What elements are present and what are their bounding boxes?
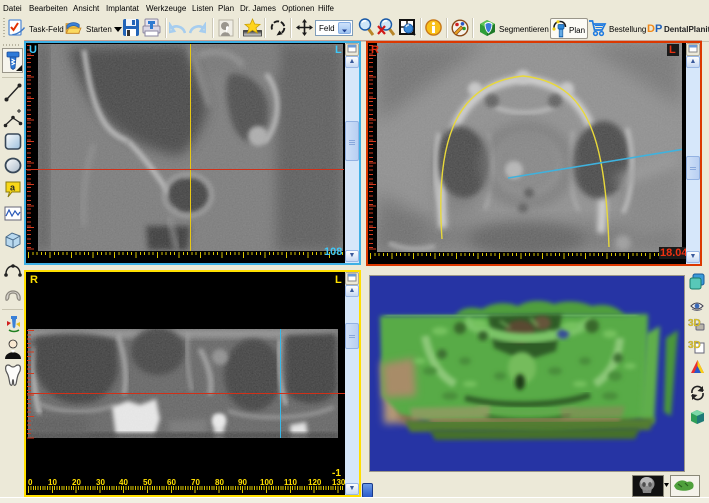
svg-text:3D: 3D: [688, 340, 701, 351]
svg-text:3D: 3D: [688, 318, 701, 329]
